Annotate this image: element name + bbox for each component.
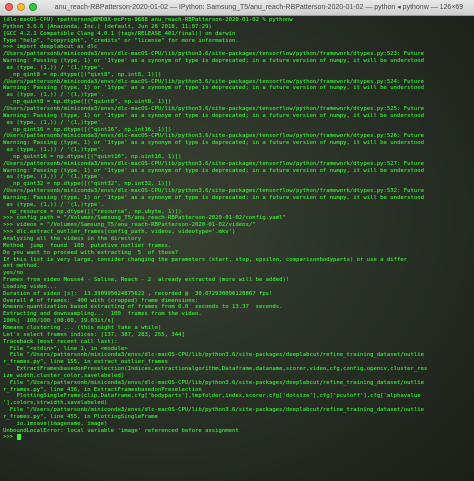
terminal-line: /Users/pattersonb/miniconda3/envs/dlc-ma… bbox=[3, 188, 424, 195]
terminal-line: File "/Users/pattersonb/miniconda3/envs/… bbox=[3, 379, 424, 386]
terminal-line: /Users/pattersonb/miniconda3/envs/dlc-ma… bbox=[3, 105, 424, 112]
title-bar[interactable]: anu_reach-RBPatterson-2020-01-02 — IPyth… bbox=[0, 0, 474, 16]
terminal-line: as (type, (1,)) / '(1,)type'. bbox=[3, 92, 105, 99]
terminal-line: Warning: Passing (type, 1) or '1type' as… bbox=[3, 167, 424, 174]
terminal-line: Method jump found 100 putative outlier f… bbox=[3, 242, 172, 249]
terminal-line: Traceback (most recent call last): bbox=[3, 338, 118, 345]
text-cursor bbox=[17, 434, 22, 441]
terminal-line: >>> config_path = "/Volumes/Samsung_T5/a… bbox=[3, 215, 286, 222]
terminal-line: Extracting and downsampling... 100 frame… bbox=[3, 311, 202, 318]
terminal-line: r_frames.py", line 155, in extract_outli… bbox=[3, 359, 169, 366]
terminal-line: PlottingSingleFrame(clip,Dataframe,cfg['… bbox=[3, 393, 421, 400]
terminal-line: Loading video... bbox=[3, 283, 57, 290]
zoom-window-button[interactable] bbox=[29, 3, 37, 11]
terminal-line: File "/Users/pattersonb/miniconda3/envs/… bbox=[3, 407, 424, 414]
terminal-line: [GCC 4.2.1 Compatible Clang 4.0.1 (tags/… bbox=[3, 30, 236, 37]
terminal-line: (dlc-macOS-CPU) rpatterson@BMD8X-mcPro-9… bbox=[3, 17, 293, 23]
terminal-line: >>> import deeplabcut as dlc bbox=[3, 44, 98, 51]
terminal-line: r_frames.py", line 436, in ExtractFrames… bbox=[3, 386, 202, 393]
terminal-line: _np_qint16 = np.dtype([("qint16", np.int… bbox=[3, 126, 172, 133]
terminal-line: ExtractFramesbasedonPreselection(Indices… bbox=[3, 366, 428, 373]
terminal-line: as (type, (1,)) / '(1,)type'. bbox=[3, 64, 105, 71]
terminal-line: Warning: Passing (type, 1) or '1type' as… bbox=[3, 112, 424, 119]
terminal-line: _np_qint32 = np.dtype([("qint32", np.int… bbox=[3, 181, 172, 188]
terminal-line: _np_quint8 = np.dtype([("quint8", np.uin… bbox=[3, 99, 172, 106]
terminal-line: Let's select frames indices: [137, 387, … bbox=[3, 331, 185, 338]
terminal-line: Type "help", "copyright", "credits" or "… bbox=[3, 37, 239, 44]
window-title: anu_reach-RBPatterson-2020-01-02 — IPyth… bbox=[54, 4, 464, 11]
terminal-line: as (type, (1,)) / '(1,)type'. bbox=[3, 119, 105, 126]
terminal-line: Python 3.6.6 |Anaconda, Inc.| (default, … bbox=[3, 23, 212, 30]
terminal-window: anu_reach-RBPatterson-2020-01-02 — IPyth… bbox=[0, 0, 474, 481]
terminal-line: as (type, (1,)) / '(1,)type'. bbox=[3, 174, 105, 181]
terminal-line: _np_quint16 = np.dtype([("quint16", np.u… bbox=[3, 153, 182, 160]
terminal-line: Warning: Passing (type, 1) or '1type' as… bbox=[3, 85, 424, 92]
terminal-line: Kmeans-quantization based extracting of … bbox=[3, 304, 283, 311]
terminal-prompt: >>> bbox=[3, 434, 17, 441]
terminal-line: /Users/pattersonb/miniconda3/envs/dlc-ma… bbox=[3, 133, 424, 140]
terminal-line: r_frames.py", line 455, in PlottingSingl… bbox=[3, 413, 158, 420]
close-window-button[interactable] bbox=[5, 3, 13, 11]
terminal-line: _np_qint8 = np.dtype([("qint8", np.int8,… bbox=[3, 71, 162, 78]
terminal-line: File "/Users/pattersonb/miniconda3/envs/… bbox=[3, 352, 424, 359]
terminal-line: Do you want to proceed with extracting 5… bbox=[3, 249, 179, 256]
terminal-line: '],colors,strwidth,savelabeled) bbox=[3, 400, 108, 407]
terminal-line: io.imsave(imagename, image) bbox=[3, 420, 108, 427]
minimize-window-button[interactable] bbox=[17, 3, 25, 11]
terminal-line: UnboundLocalError: local variable 'image… bbox=[3, 427, 239, 434]
terminal-line: Overall # of frames: 400 with (cropped) … bbox=[3, 297, 199, 304]
terminal-line: >>> dlc.extract_outlier_frames(config_pa… bbox=[3, 229, 236, 236]
terminal-line: Duration of video [s]: 13.39099502487562… bbox=[3, 290, 273, 297]
terminal-line: File "<stdin>", line 1, in <module> bbox=[3, 345, 128, 352]
terminal-output[interactable]: (dlc-macOS-CPU) rpatterson@BMD8X-mcPro-9… bbox=[0, 16, 474, 481]
window-controls bbox=[5, 3, 37, 11]
terminal-line: >>> videos = "/Volumes/Samsung_T5/anu_re… bbox=[3, 222, 256, 229]
terminal-line: Warning: Passing (type, 1) or '1type' as… bbox=[3, 58, 424, 65]
terminal-line: Warning: Passing (type, 1) or '1type' as… bbox=[3, 140, 424, 147]
terminal-line: ize_width,cluster_color,savelabeled) bbox=[3, 372, 125, 379]
terminal-line: /Users/pattersonb/miniconda3/envs/dlc-ma… bbox=[3, 160, 424, 167]
terminal-line: Frames from video Mouse4 - Saline, Reach… bbox=[3, 277, 290, 284]
terminal-line: /Users/pattersonb/miniconda3/envs/dlc-ma… bbox=[3, 78, 424, 85]
terminal-line: np_resource = np.dtype([("resource", np.… bbox=[3, 208, 182, 215]
terminal-prompt-line[interactable]: >>> bbox=[3, 434, 472, 441]
terminal-line: yes/no bbox=[3, 270, 24, 277]
terminal-line: ent method. bbox=[3, 263, 41, 270]
terminal-line: Warning: Passing (type, 1) or '1type' as… bbox=[3, 194, 424, 201]
terminal-line: as (type, (1,)) / '(1,)type'. bbox=[3, 147, 105, 154]
terminal-line: /Users/pattersonb/miniconda3/envs/dlc-ma… bbox=[3, 51, 424, 58]
terminal-line: If this list is very large, consider cha… bbox=[3, 256, 408, 263]
terminal-line: Kmeans clustering ... (this might take a… bbox=[3, 324, 162, 331]
terminal-line: 100%| 100/100 [00:00, 19.03it/s] bbox=[3, 318, 115, 325]
terminal-line: as (type, (1,)) / '(1,)type'. bbox=[3, 201, 105, 208]
terminal-line: Analyzing all the videos in the director… bbox=[3, 236, 142, 242]
